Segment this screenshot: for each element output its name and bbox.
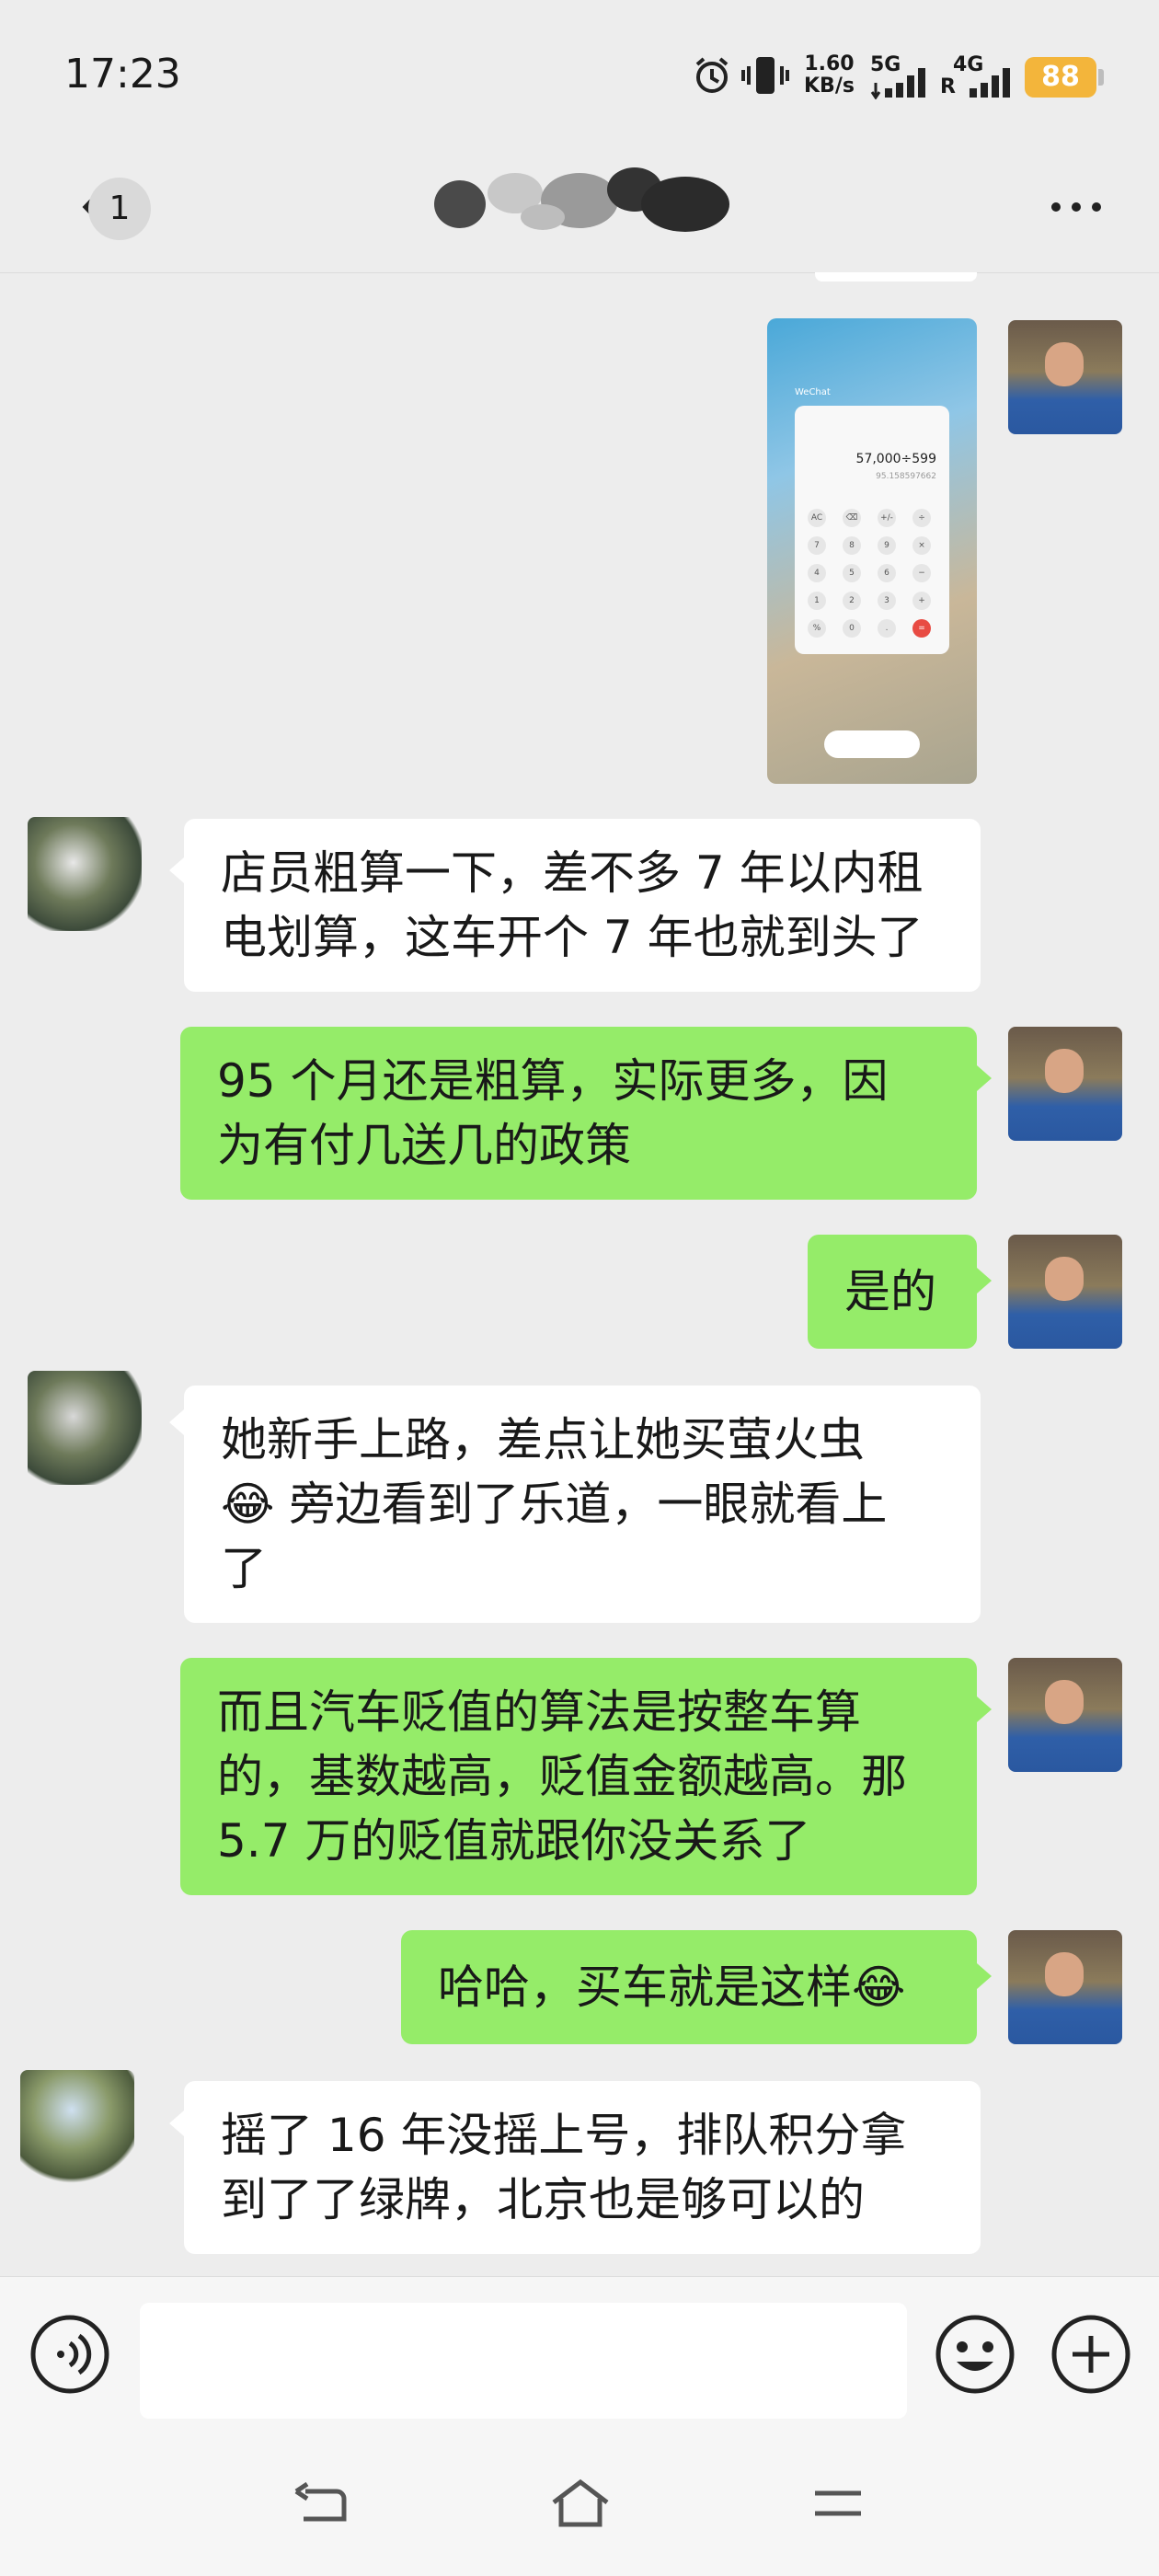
message-bubble[interactable]: 摇了 16 年没摇上号，排队积分拿 到了了绿牌，北京也是够可以的	[184, 2081, 981, 2254]
calc-key: 0	[843, 619, 861, 638]
contact-avatar[interactable]	[28, 1371, 142, 1485]
calc-key: +	[912, 592, 931, 610]
calc-key: 8	[843, 536, 861, 555]
bubble-tail	[169, 1409, 184, 1435]
calc-key: =	[912, 619, 931, 638]
contact-avatar[interactable]	[28, 817, 142, 931]
calc-key: .	[878, 619, 896, 638]
message-text: 哈哈，买车就是这样😂	[438, 1961, 906, 2014]
message-text: 摇了 16 年没摇上号，排队积分拿 到了了绿牌，北京也是够可以的	[221, 2109, 907, 2226]
calc-key: 6	[878, 564, 896, 582]
signal-icon	[970, 68, 1010, 98]
calculator-preview: 57,000÷599 95.158597662 AC ⌫ +/- ÷ 7 8 9 × 4 5 6− 1…	[795, 406, 949, 654]
message-text: 而且汽车贬值的算法是按整车算 的，基数越高，贬值金额越高。那 5.7 万的贬值就…	[217, 1685, 907, 1868]
net-speed-unit: KB/s	[804, 75, 855, 98]
home-nav-icon[interactable]	[548, 2478, 613, 2530]
plus-icon[interactable]	[1050, 2314, 1131, 2395]
status-time: 17:23	[64, 51, 181, 98]
vibrate-icon	[741, 57, 789, 94]
bubble-tail	[977, 1963, 992, 1989]
calc-key: 4	[808, 564, 826, 582]
message-text: 她新手上路，差点让她买萤火虫 😂 旁边看到了乐道，一眼就看上 了	[221, 1413, 888, 1595]
previous-message-edge	[815, 272, 977, 282]
bubble-tail	[169, 2110, 184, 2136]
my-avatar[interactable]	[1008, 1027, 1122, 1141]
more-icon[interactable]	[1047, 189, 1106, 225]
calc-key: 5	[843, 564, 861, 582]
calc-key: −	[912, 564, 931, 582]
calc-key: 7	[808, 536, 826, 555]
calc-key: 3	[878, 592, 896, 610]
message-text: 95 个月还是粗算，实际更多，因 为有付几送几的政策	[217, 1054, 889, 1172]
message-bubble[interactable]: 她新手上路，差点让她买萤火虫 😂 旁边看到了乐道，一眼就看上 了	[184, 1386, 981, 1623]
my-avatar[interactable]	[1008, 1658, 1122, 1772]
message-bubble[interactable]: 而且汽车贬值的算法是按整车算 的，基数越高，贬值金额越高。那 5.7 万的贬值就…	[180, 1658, 977, 1895]
bubble-tail	[977, 1696, 992, 1722]
calc-result: 95.158597662	[876, 472, 936, 481]
alarm-icon	[695, 57, 729, 93]
my-avatar[interactable]	[1008, 1235, 1122, 1349]
bubble-tail	[977, 1268, 992, 1294]
message-bubble[interactable]: 95 个月还是粗算，实际更多，因 为有付几送几的政策	[180, 1027, 977, 1200]
calc-key: ×	[912, 536, 931, 555]
my-avatar[interactable]	[1008, 1930, 1122, 2044]
battery-tip	[1098, 69, 1104, 86]
chat-title-blurred	[434, 167, 729, 232]
battery-indicator: 88	[1025, 57, 1096, 98]
signal-icon	[870, 68, 925, 99]
message-bubble[interactable]: 哈哈，买车就是这样😂	[401, 1930, 977, 2044]
calc-key: +/-	[878, 509, 896, 527]
my-avatar[interactable]	[1008, 320, 1122, 434]
voice-icon[interactable]	[29, 2314, 110, 2395]
message-text: 店员粗算一下，差不多 7 年以内租 电划算，这车开个 7 年也就到头了	[221, 846, 924, 964]
calc-display: 57,000÷599	[855, 452, 936, 466]
recent-apps-controls	[824, 730, 920, 758]
status-bar: 17:23 1.60 KB/s 5G 4G R 88	[0, 0, 1159, 138]
back-nav-icon[interactable]	[293, 2482, 351, 2530]
calc-key: 9	[878, 536, 896, 555]
message-input[interactable]	[140, 2303, 907, 2419]
net-speed: 1.60 KB/s	[804, 53, 855, 98]
message-bubble[interactable]: 店员粗算一下，差不多 7 年以内租 电划算，这车开个 7 年也就到头了	[184, 819, 981, 992]
contact-avatar[interactable]	[20, 2070, 134, 2184]
emoji-icon[interactable]	[935, 2314, 1016, 2395]
net-speed-value: 1.60	[804, 52, 855, 75]
app-label: WeChat	[795, 387, 831, 397]
calc-key: ⌫	[843, 509, 861, 527]
bubble-tail	[977, 1065, 992, 1091]
calc-key: %	[808, 619, 826, 638]
system-nav-bar	[0, 2432, 1159, 2576]
calc-key: 2	[843, 592, 861, 610]
input-bar	[0, 2276, 1159, 2433]
menu-nav-icon[interactable]	[811, 2484, 865, 2524]
calc-key: ÷	[912, 509, 931, 527]
roaming-label: R	[940, 75, 956, 98]
message-text: 是的	[844, 1265, 936, 1318]
bubble-tail	[169, 857, 184, 883]
unread-count-badge[interactable]: 1	[88, 178, 151, 240]
calc-key: AC	[808, 509, 826, 527]
calc-key: 1	[808, 592, 826, 610]
image-message[interactable]: WeChat 57,000÷599 95.158597662 AC ⌫ +/- ÷ 7 8…	[767, 318, 977, 784]
message-bubble[interactable]: 是的	[808, 1235, 977, 1349]
